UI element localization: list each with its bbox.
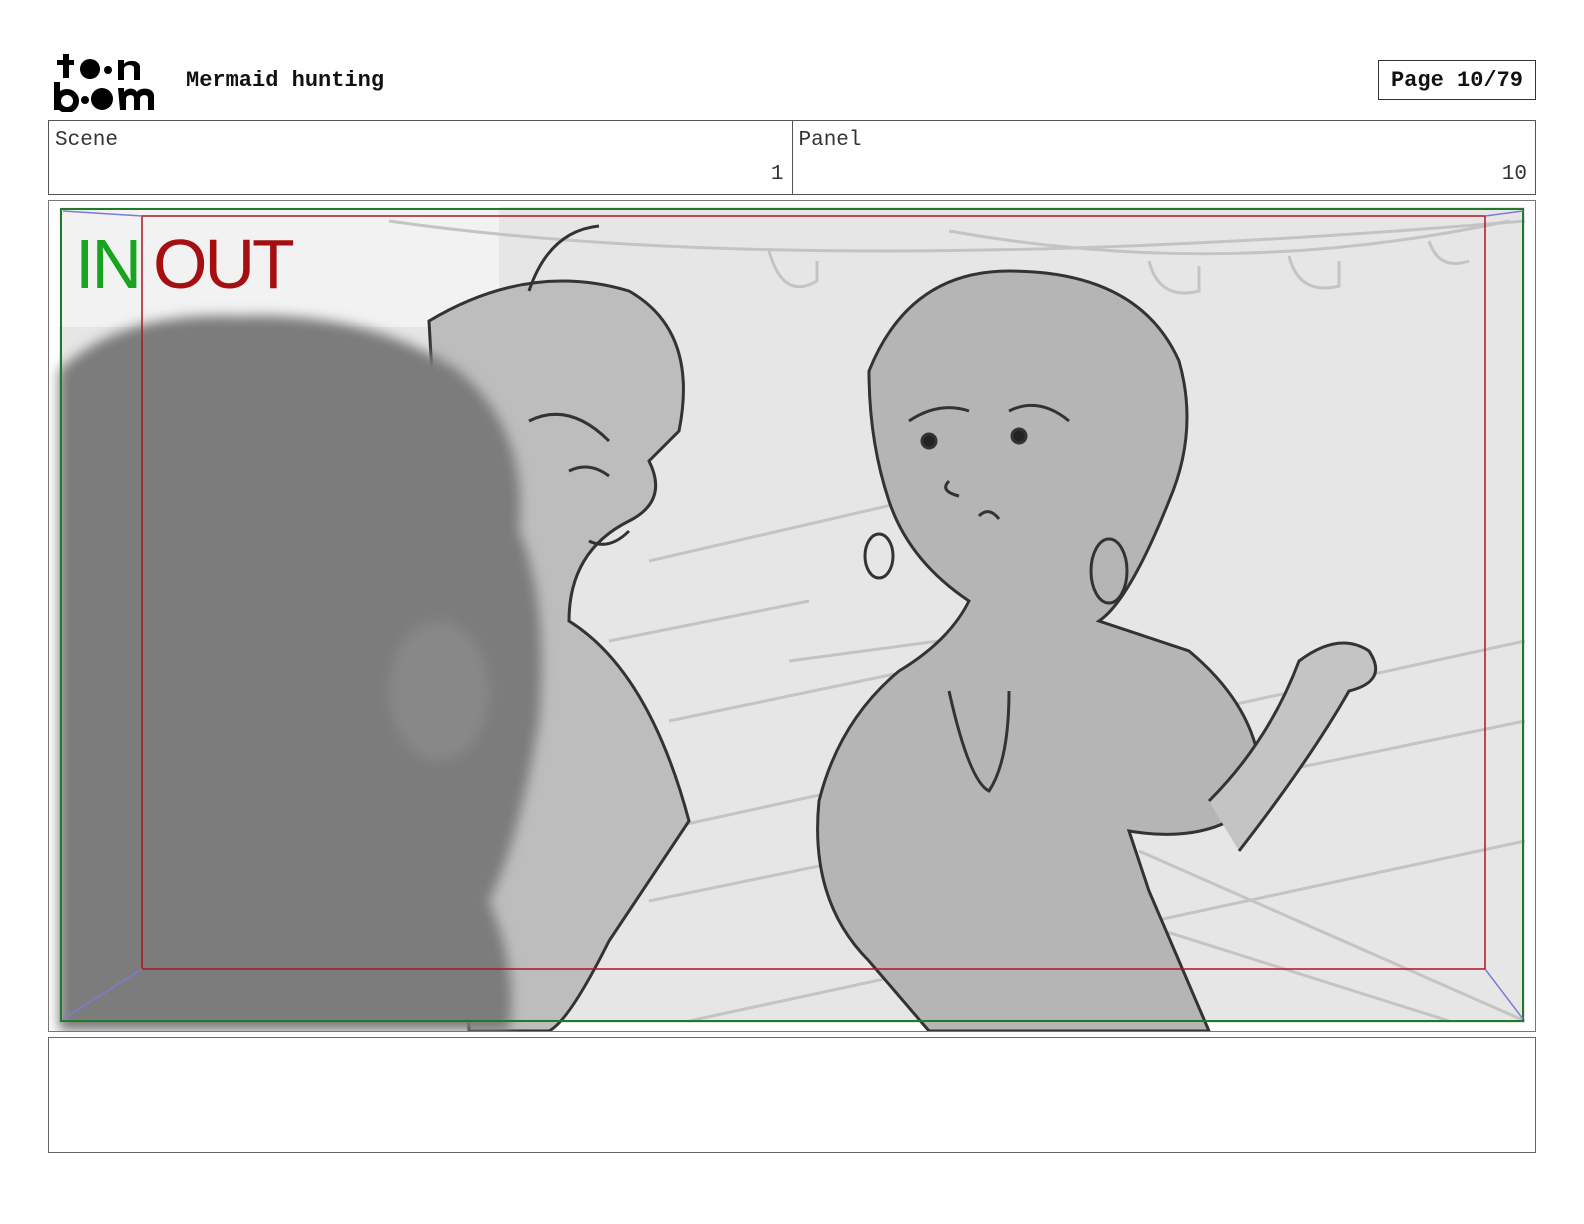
page-indicator: Page 10/79 <box>1378 60 1536 100</box>
panel-drawing <box>59 207 1526 1031</box>
scene-label: Scene <box>55 129 119 152</box>
scene-cell: Scene 1 <box>49 121 792 194</box>
out-frame-label: OUT <box>153 225 295 303</box>
panel-number: 10 <box>1501 163 1527 186</box>
panel-label: Panel <box>798 129 862 152</box>
project-title: Mermaid hunting <box>186 68 385 93</box>
in-frame-label: IN <box>75 225 142 303</box>
toon-boom-logo <box>54 54 154 112</box>
foreground-character-blurred <box>59 315 542 1031</box>
scene-number: 1 <box>770 163 784 186</box>
scene-panel-row: Scene 1 Panel 10 <box>48 120 1536 195</box>
panel-cell: Panel 10 <box>791 121 1536 194</box>
panel-notes-box[interactable] <box>48 1037 1536 1153</box>
storyboard-panel: IN OUT <box>48 200 1536 1032</box>
